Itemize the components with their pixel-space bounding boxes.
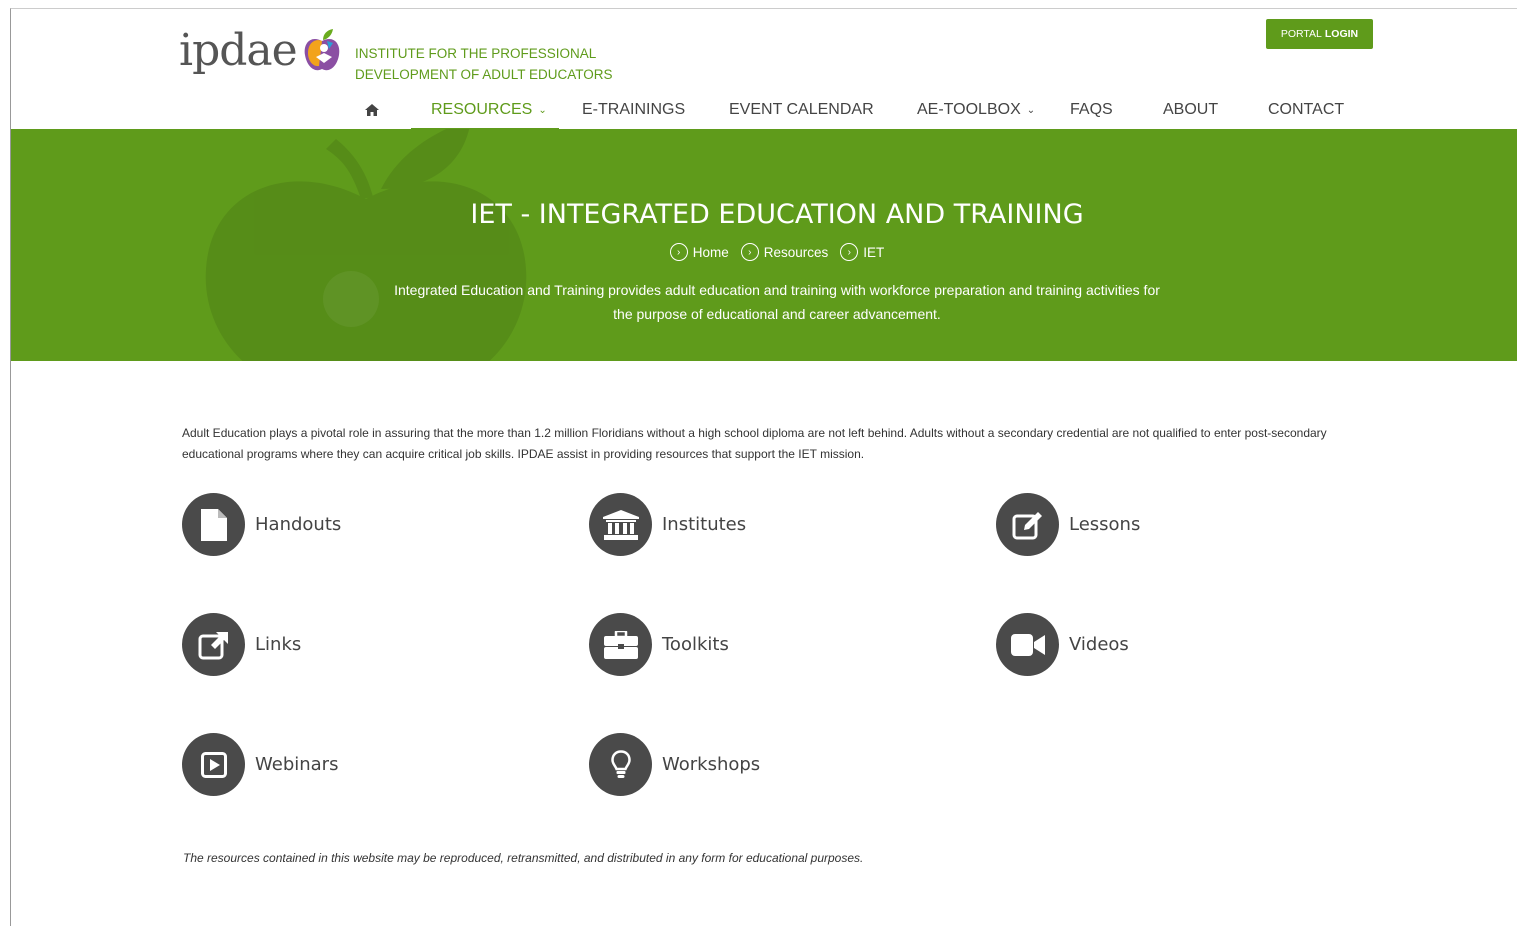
- resource-link-institutes[interactable]: Institutes: [589, 493, 746, 556]
- nav-item-contact[interactable]: CONTACT: [1268, 91, 1344, 129]
- breadcrumb-iet[interactable]: › IET: [840, 243, 884, 261]
- resource-link-videos[interactable]: Videos: [996, 613, 1129, 676]
- chevron-down-icon: ⌄: [1026, 104, 1036, 116]
- breadcrumb: › Home › Resources › IET: [11, 243, 1517, 261]
- nav-item-event-calendar[interactable]: EVENT CALENDAR: [729, 91, 874, 129]
- resource-label: Workshops: [662, 754, 761, 775]
- resource-link-handouts[interactable]: Handouts: [182, 493, 341, 556]
- resource-link-webinars[interactable]: Webinars: [182, 733, 338, 796]
- resource-link-lessons[interactable]: Lessons: [996, 493, 1140, 556]
- chevron-right-circle-icon: ›: [840, 243, 859, 261]
- resource-label: Links: [255, 634, 302, 655]
- play-square-icon: [182, 733, 245, 796]
- site-tagline: INSTITUTE FOR THE PROFESSIONAL DEVELOPME…: [355, 43, 655, 85]
- page-title: IET - INTEGRATED EDUCATION AND TRAINING: [470, 199, 1084, 230]
- tagline-line: DEVELOPMENT OF ADULT EDUCATORS: [355, 67, 613, 82]
- chevron-down-icon: ⌄: [538, 104, 547, 116]
- nav-item-ae-toolbox[interactable]: AE-TOOLBOX ⌄: [917, 91, 1035, 129]
- breadcrumb-label: Resources: [763, 244, 829, 260]
- nav-item-label: EVENT CALENDAR: [729, 101, 874, 118]
- nav-item-label: AE-TOOLBOX: [917, 101, 1021, 118]
- page-frame: ipdae INSTITUTE FOR THE PROFESSIONAL DEV…: [10, 8, 1517, 926]
- nav-item-resources[interactable]: RESOURCES ⌄: [411, 91, 559, 130]
- portal-login-prefix: PORTAL: [1280, 28, 1322, 40]
- portal-login-bold: LOGIN: [1324, 28, 1359, 40]
- page-description: Integrated Education and Training provid…: [394, 282, 1160, 322]
- chevron-right-circle-icon: ›: [740, 243, 759, 261]
- nav-item-label: FAQS: [1070, 101, 1113, 118]
- nav-item-e-trainings[interactable]: E-TRAININGS: [582, 91, 685, 129]
- nav-item-label: E-TRAININGS: [582, 101, 686, 118]
- resource-link-links[interactable]: Links: [182, 613, 301, 676]
- nav-item-label: RESOURCES: [431, 101, 533, 118]
- chevron-right-circle-icon: ›: [669, 243, 688, 261]
- resource-label: Institutes: [662, 514, 747, 535]
- breadcrumb-resources[interactable]: › Resources: [740, 243, 829, 261]
- logo-wordmark: ipdae: [179, 25, 298, 76]
- site-header: ipdae INSTITUTE FOR THE PROFESSIONAL DEV…: [11, 9, 1517, 130]
- main-navigation: RESOURCES ⌄ E-TRAININGS EVENT CALENDAR A…: [11, 91, 1517, 130]
- resource-label: Videos: [1069, 634, 1129, 655]
- usage-note: The resources contained in this website …: [183, 851, 864, 865]
- intro-paragraph: Adult Education plays a pivotal role in …: [182, 426, 1327, 461]
- video-camera-icon: [996, 613, 1059, 676]
- tagline-line: INSTITUTE FOR THE PROFESSIONAL: [355, 46, 597, 61]
- portal-login-button[interactable]: PORTAL LOGIN: [1266, 19, 1373, 49]
- briefcase-icon: [589, 613, 652, 676]
- nav-item-label: CONTACT: [1268, 101, 1345, 118]
- nav-item-about[interactable]: ABOUT: [1163, 91, 1218, 129]
- edit-icon: [996, 493, 1059, 556]
- resource-link-workshops[interactable]: Workshops: [589, 733, 760, 796]
- page-hero-banner: IET - INTEGRATED EDUCATION AND TRAINING …: [11, 129, 1517, 361]
- resource-link-toolkits[interactable]: Toolkits: [589, 613, 729, 676]
- document-icon: [182, 493, 245, 556]
- lightbulb-icon: [589, 733, 652, 796]
- breadcrumb-label: Home: [692, 244, 729, 260]
- resource-label: Webinars: [255, 754, 339, 775]
- resource-label: Lessons: [1069, 514, 1141, 535]
- nav-item-faqs[interactable]: FAQS: [1070, 91, 1113, 129]
- breadcrumb-home[interactable]: › Home: [669, 243, 729, 261]
- apple-logo-icon: [304, 29, 339, 71]
- external-link-icon: [182, 613, 245, 676]
- nav-home[interactable]: [365, 91, 379, 129]
- resource-label: Handouts: [255, 514, 342, 535]
- resource-label: Toolkits: [662, 634, 729, 655]
- institution-icon: [589, 493, 652, 556]
- home-icon: [365, 104, 379, 116]
- nav-item-label: ABOUT: [1163, 101, 1219, 118]
- breadcrumb-label: IET: [863, 244, 885, 260]
- site-logo[interactable]: ipdae: [179, 27, 341, 75]
